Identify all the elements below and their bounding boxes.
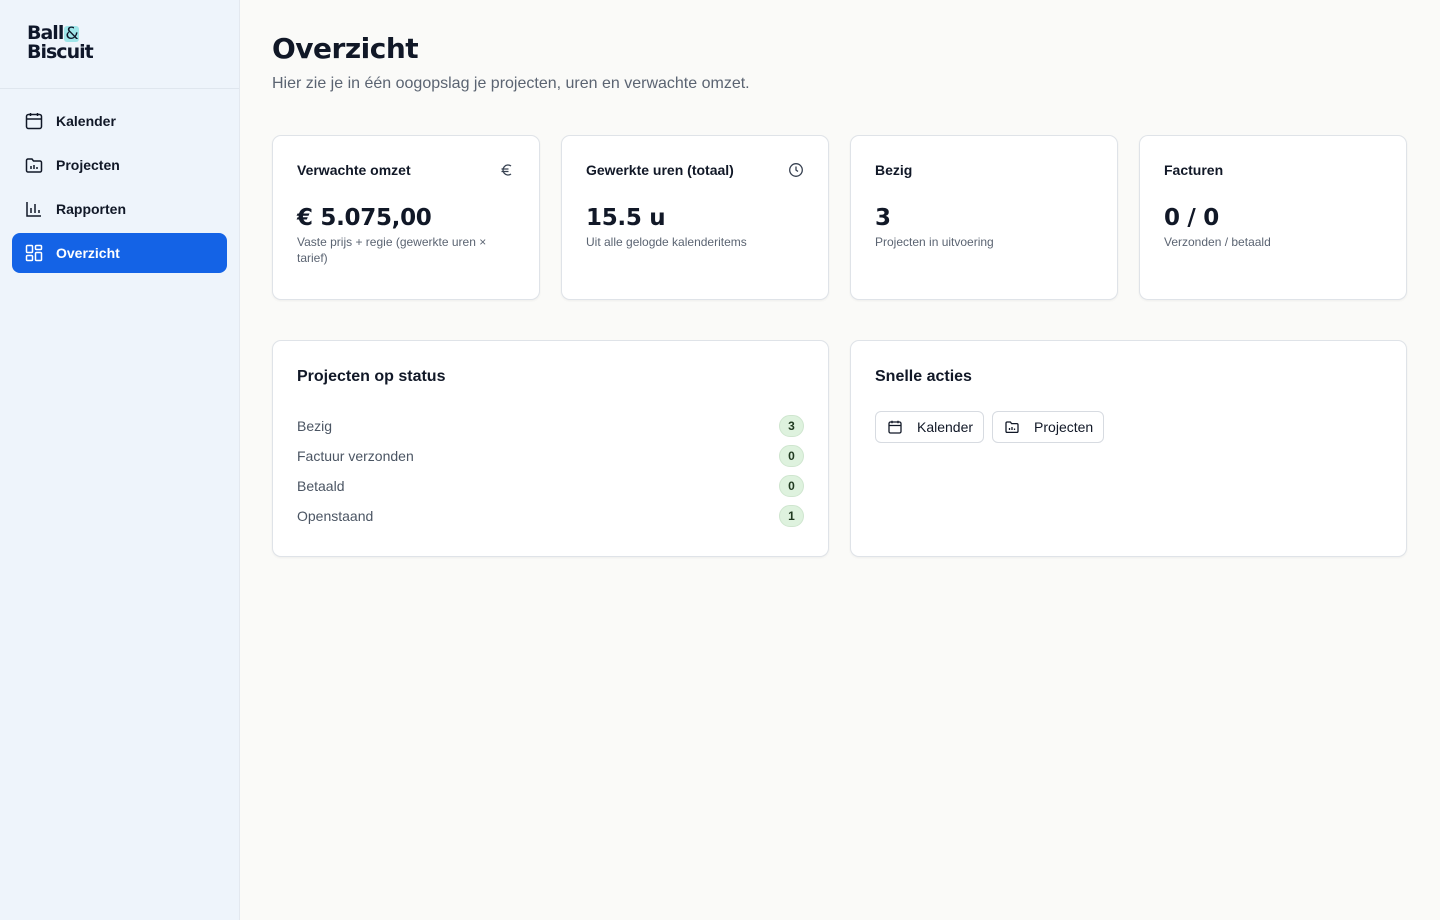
page-subtitle: Hier zie je in één oogopslag je projecte… xyxy=(272,75,750,92)
kalender-button[interactable]: Kalender xyxy=(875,411,985,443)
clock-icon xyxy=(788,162,804,178)
stat-card-bezig: Bezig 3 Projecten in uitvoering xyxy=(850,135,1118,300)
stat-label: Facturen xyxy=(1164,162,1224,178)
bar-chart-icon xyxy=(24,199,44,219)
status-label: Factuur verzonden xyxy=(297,448,414,464)
stat-value: € 5.075,00 xyxy=(297,205,432,231)
calendar-icon xyxy=(24,111,44,131)
status-label: Betaald xyxy=(297,478,345,494)
dashboard-icon xyxy=(24,243,44,263)
stat-label: Verwachte omzet xyxy=(297,162,411,178)
status-row: Bezig 3 xyxy=(297,411,804,441)
stat-value: 0 / 0 xyxy=(1164,205,1219,231)
stat-card-uren: Gewerkte uren (totaal) 15.5 u Uit alle g… xyxy=(561,135,829,300)
sidebar-item-rapporten[interactable]: Rapporten xyxy=(12,189,227,229)
stat-card-facturen: Facturen 0 / 0 Verzonden / betaald xyxy=(1139,135,1407,300)
folder-chart-icon xyxy=(1004,419,1020,435)
calendar-icon xyxy=(887,419,903,435)
status-label: Bezig xyxy=(297,418,333,434)
button-label: Kalender xyxy=(917,419,974,435)
sidebar-nav: Kalender Projecten Rapporten Overzicht xyxy=(0,89,239,289)
sidebar-item-overzicht[interactable]: Overzicht xyxy=(12,233,227,273)
projecten-button[interactable]: Projecten xyxy=(992,411,1105,443)
brand-area: Ball & Biscuit xyxy=(0,0,239,89)
sidebar-item-label: Projecten xyxy=(56,157,120,173)
panel-title: Projecten op status xyxy=(297,368,446,385)
panels-row: Projecten op status Bezig 3 Factuur verz… xyxy=(272,340,1408,557)
sidebar-item-label: Rapporten xyxy=(56,201,126,217)
sidebar-item-label: Kalender xyxy=(56,113,116,129)
status-row: Factuur verzonden 0 xyxy=(297,441,804,471)
sidebar-item-projecten[interactable]: Projecten xyxy=(12,145,227,185)
stat-description: Vaste prijs + regie (gewerkte uren × tar… xyxy=(297,235,487,265)
sidebar: Ball & Biscuit Kalender Projecten Rapport… xyxy=(0,0,240,920)
stat-label: Bezig xyxy=(875,162,913,178)
stat-value: 15.5 u xyxy=(586,205,666,231)
stat-card-omzet: Verwachte omzet € 5.075,00 Vaste prijs +… xyxy=(272,135,540,300)
count-badge: 1 xyxy=(779,505,804,527)
stats-row: Verwachte omzet € 5.075,00 Vaste prijs +… xyxy=(272,135,1408,300)
count-badge: 0 xyxy=(779,475,804,497)
euro-icon xyxy=(499,162,515,178)
stat-description: Projecten in uitvoering xyxy=(875,235,994,249)
stat-description: Verzonden / betaald xyxy=(1164,235,1271,249)
status-list: Bezig 3 Factuur verzonden 0 Betaald 0 Op… xyxy=(297,411,804,531)
sidebar-item-label: Overzicht xyxy=(56,245,120,261)
button-label: Projecten xyxy=(1034,419,1094,435)
panel-title: Snelle acties xyxy=(875,368,972,385)
page-title: Overzicht xyxy=(272,32,419,65)
status-row: Openstaand 1 xyxy=(297,501,804,531)
stat-label: Gewerkte uren (totaal) xyxy=(586,162,734,178)
count-badge: 0 xyxy=(779,445,804,467)
status-row: Betaald 0 xyxy=(297,471,804,501)
quick-actions: Kalender Projecten xyxy=(875,411,1382,443)
count-badge: 3 xyxy=(779,415,804,437)
logo[interactable]: Ball & Biscuit xyxy=(27,24,94,62)
sidebar-item-kalender[interactable]: Kalender xyxy=(12,101,227,141)
status-panel: Projecten op status Bezig 3 Factuur verz… xyxy=(272,340,829,557)
folder-chart-icon xyxy=(24,155,44,175)
quick-actions-panel: Snelle acties Kalender Projecten xyxy=(850,340,1407,557)
stat-value: 3 xyxy=(875,205,891,231)
stat-description: Uit alle gelogde kalenderitems xyxy=(586,235,747,249)
status-label: Openstaand xyxy=(297,508,374,524)
main-content: Overzicht Hier zie je in één oogopslag j… xyxy=(240,0,1440,920)
